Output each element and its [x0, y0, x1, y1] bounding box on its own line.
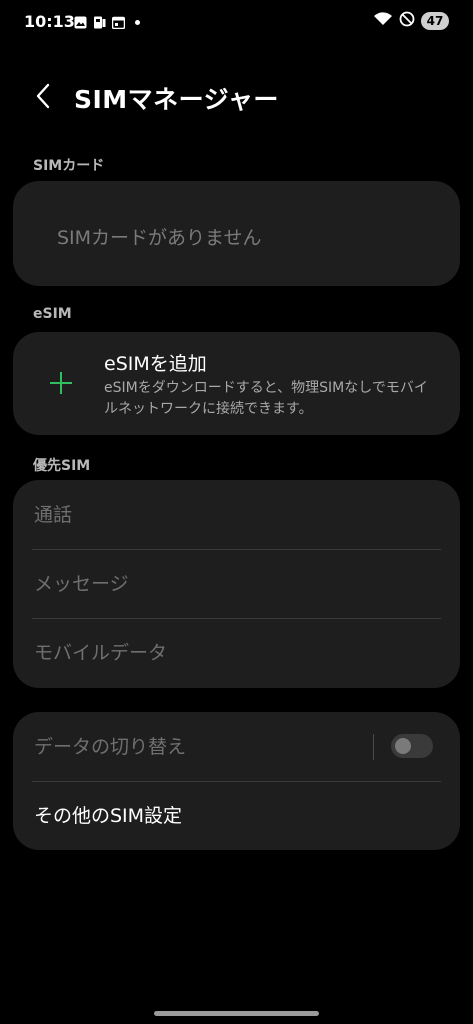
preferred-sim-section-label: 優先SIM — [33, 458, 91, 474]
esim-section-label: eSIM — [33, 306, 72, 322]
add-esim-title: eSIMを追加 — [104, 353, 207, 375]
messages-label: メッセージ — [34, 573, 129, 595]
data-switch-label: データの切り替え — [34, 736, 187, 758]
header: SIMマネージャー — [0, 78, 473, 118]
do-not-disturb-icon — [399, 11, 415, 31]
mobile-data-label: モバイルデータ — [34, 642, 168, 664]
dot-icon — [131, 14, 144, 27]
data-switch-row[interactable]: データの切り替え — [13, 712, 460, 781]
no-sim-card-text: SIMカードがありません — [57, 227, 262, 249]
status-time: 10:13 — [24, 12, 75, 31]
toggle-separator — [373, 734, 374, 760]
calendar-icon — [111, 14, 126, 30]
page-title: SIMマネージャー — [74, 85, 279, 114]
preferred-sim-messages[interactable]: メッセージ — [13, 549, 460, 618]
sim-card-card: SIMカードがありません — [13, 181, 460, 286]
home-indicator[interactable] — [154, 1011, 319, 1016]
chevron-left-icon — [35, 83, 51, 113]
calls-label: 通話 — [34, 504, 73, 526]
toggle-knob — [395, 738, 411, 754]
other-sim-settings-label: その他のSIM設定 — [34, 805, 183, 827]
battery-indicator: 47 — [421, 12, 449, 30]
other-settings-card: データの切り替え その他のSIM設定 — [13, 712, 460, 850]
preferred-sim-card: 通話 メッセージ モバイルデータ — [13, 480, 460, 688]
plus-icon — [49, 371, 73, 395]
gallery-icon — [74, 14, 87, 29]
status-bar: 10:13 47 — [0, 0, 473, 44]
other-sim-settings-row[interactable]: その他のSIM設定 — [13, 781, 460, 850]
data-switch-toggle[interactable] — [391, 734, 433, 758]
add-esim-button[interactable]: eSIMを追加 eSIMをダウンロードすると、物理SIMなしでモバイルネットワー… — [13, 332, 460, 435]
wifi-icon — [373, 11, 393, 31]
sim-toolkit-icon — [93, 14, 106, 29]
sim-card-section-label: SIMカード — [33, 158, 105, 174]
add-esim-description: eSIMをダウンロードすると、物理SIMなしでモバイルネットワークに接続できます… — [104, 380, 428, 417]
status-right: 47 — [373, 11, 449, 31]
notification-icons — [74, 14, 144, 30]
preferred-sim-calls[interactable]: 通話 — [13, 480, 460, 549]
preferred-sim-mobile-data[interactable]: モバイルデータ — [13, 618, 460, 687]
back-button[interactable] — [28, 82, 58, 114]
